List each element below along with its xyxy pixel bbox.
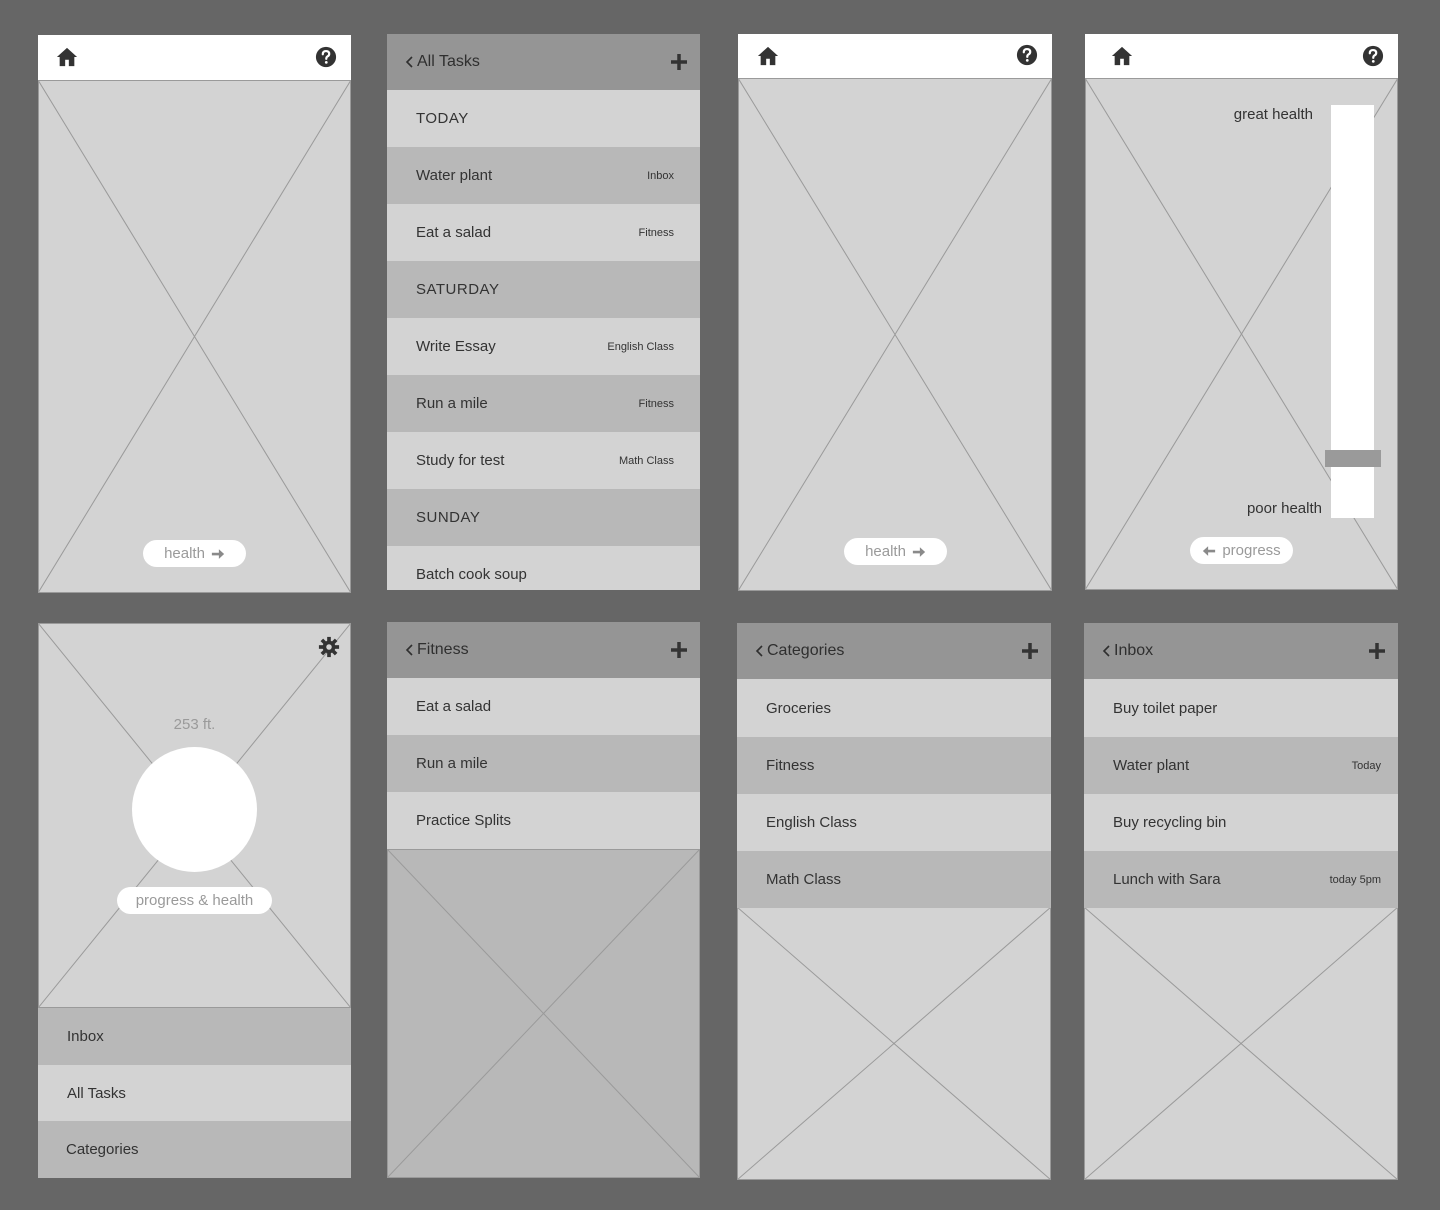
- categories-screen: Categories Groceries Fitness English Cla…: [737, 623, 1051, 1180]
- arrow-right-icon: [912, 546, 926, 557]
- inbox-screen: Inbox Buy toilet paper Water plant Today …: [1084, 623, 1398, 1180]
- chevron-left-icon: [405, 56, 413, 68]
- great-health-label: great health: [1233, 106, 1313, 123]
- inbox-header: Inbox: [1084, 623, 1398, 679]
- plus-icon[interactable]: [1021, 642, 1039, 660]
- category-tag: Fitness: [638, 226, 674, 239]
- home-icon[interactable]: [1111, 45, 1133, 67]
- task-row[interactable]: Buy toilet paper: [1084, 680, 1398, 737]
- task-row[interactable]: Practice Splits: [387, 792, 700, 849]
- category-row[interactable]: Groceries: [737, 680, 1051, 737]
- home-icon[interactable]: [56, 46, 78, 68]
- progress-screen: 253 ft. progress & health Inbox All Task…: [38, 623, 351, 1178]
- task-row[interactable]: Batch cook soup: [387, 546, 700, 590]
- menu-item-categories[interactable]: Categories: [38, 1121, 351, 1178]
- category-row[interactable]: English Class: [737, 794, 1051, 851]
- image-placeholder: [737, 907, 1051, 1180]
- health-button-label: health: [164, 545, 205, 562]
- home-screen-2: health: [738, 34, 1052, 591]
- header-title: Fitness: [417, 641, 469, 658]
- chevron-left-icon: [1102, 645, 1110, 657]
- health-button[interactable]: health: [143, 540, 246, 567]
- back-button[interactable]: Inbox: [1102, 623, 1153, 679]
- image-placeholder: [1084, 907, 1398, 1180]
- home-icon[interactable]: [757, 45, 779, 67]
- progress-button-label: progress: [1222, 542, 1281, 559]
- health-button[interactable]: health: [844, 538, 947, 565]
- categories-header: Categories: [737, 623, 1051, 679]
- category-tag: Fitness: [638, 397, 674, 410]
- category-tag: Inbox: [647, 169, 674, 182]
- distance-label: 253 ft.: [173, 716, 216, 733]
- progress-health-button[interactable]: progress & health: [117, 887, 272, 914]
- menu-item-all-tasks[interactable]: All Tasks: [38, 1065, 351, 1122]
- progress-health-label: progress & health: [135, 892, 254, 909]
- due-tag: Today: [1351, 759, 1381, 772]
- health-screen: great health poor health progress: [1085, 34, 1398, 590]
- all-tasks-screen: All Tasks TODAY Water plant Inbox Eat a s…: [387, 34, 700, 590]
- plus-icon[interactable]: [670, 53, 688, 71]
- category-row[interactable]: Fitness: [737, 737, 1051, 794]
- help-icon[interactable]: [1362, 45, 1384, 67]
- all-tasks-header: All Tasks: [387, 34, 700, 90]
- chevron-left-icon: [405, 644, 413, 656]
- task-row[interactable]: Run a mile Fitness: [387, 375, 700, 432]
- category-tag: Math Class: [618, 454, 674, 467]
- menu-item-inbox[interactable]: Inbox: [38, 1008, 351, 1065]
- health-button-label: health: [865, 543, 906, 560]
- task-row[interactable]: Water plant Inbox: [387, 147, 700, 204]
- section-header-sunday: SUNDAY: [387, 489, 700, 546]
- gear-icon[interactable]: [318, 636, 340, 658]
- plus-icon[interactable]: [670, 641, 688, 659]
- plus-icon[interactable]: [1368, 642, 1386, 660]
- top-bar: [38, 35, 351, 80]
- category-tag: English Class: [607, 340, 674, 353]
- top-bar: [1085, 34, 1398, 78]
- image-placeholder: [387, 849, 700, 1178]
- health-slider-thumb[interactable]: [1325, 450, 1381, 467]
- image-placeholder: [738, 78, 1052, 591]
- help-icon[interactable]: [1016, 44, 1038, 66]
- top-bar: [738, 34, 1052, 78]
- chevron-left-icon: [755, 645, 763, 657]
- header-title: Inbox: [1114, 642, 1154, 659]
- task-row[interactable]: Study for test Math Class: [387, 432, 700, 489]
- section-header-saturday: SATURDAY: [387, 261, 700, 318]
- task-row[interactable]: Lunch with Sara today 5pm: [1084, 851, 1398, 908]
- avatar-circle: [132, 747, 257, 872]
- progress-button[interactable]: progress: [1190, 537, 1293, 564]
- fitness-header: Fitness: [387, 622, 700, 678]
- arrow-left-icon: [1203, 545, 1216, 556]
- task-row[interactable]: Buy recycling bin: [1084, 794, 1398, 851]
- back-button[interactable]: Categories: [755, 623, 844, 679]
- category-row[interactable]: Math Class: [737, 851, 1051, 908]
- task-row[interactable]: Eat a salad: [387, 678, 700, 735]
- back-button[interactable]: Fitness: [405, 622, 469, 678]
- arrow-right-icon: [211, 548, 225, 559]
- task-row[interactable]: Run a mile: [387, 735, 700, 792]
- poor-health-label: poor health: [1246, 500, 1322, 517]
- task-row[interactable]: Water plant Today: [1084, 737, 1398, 794]
- header-title: Categories: [767, 642, 845, 659]
- task-row[interactable]: Write Essay English Class: [387, 318, 700, 375]
- task-row[interactable]: Eat a salad Fitness: [387, 204, 700, 261]
- home-screen: health: [38, 35, 351, 593]
- back-button[interactable]: All Tasks: [405, 34, 480, 90]
- header-title: All Tasks: [417, 53, 480, 70]
- section-header-today: TODAY: [387, 90, 700, 147]
- fitness-screen: Fitness Eat a salad Run a mile Practice …: [387, 622, 700, 1178]
- help-icon[interactable]: [315, 46, 337, 68]
- image-placeholder: [38, 80, 351, 593]
- due-tag: today 5pm: [1329, 873, 1381, 886]
